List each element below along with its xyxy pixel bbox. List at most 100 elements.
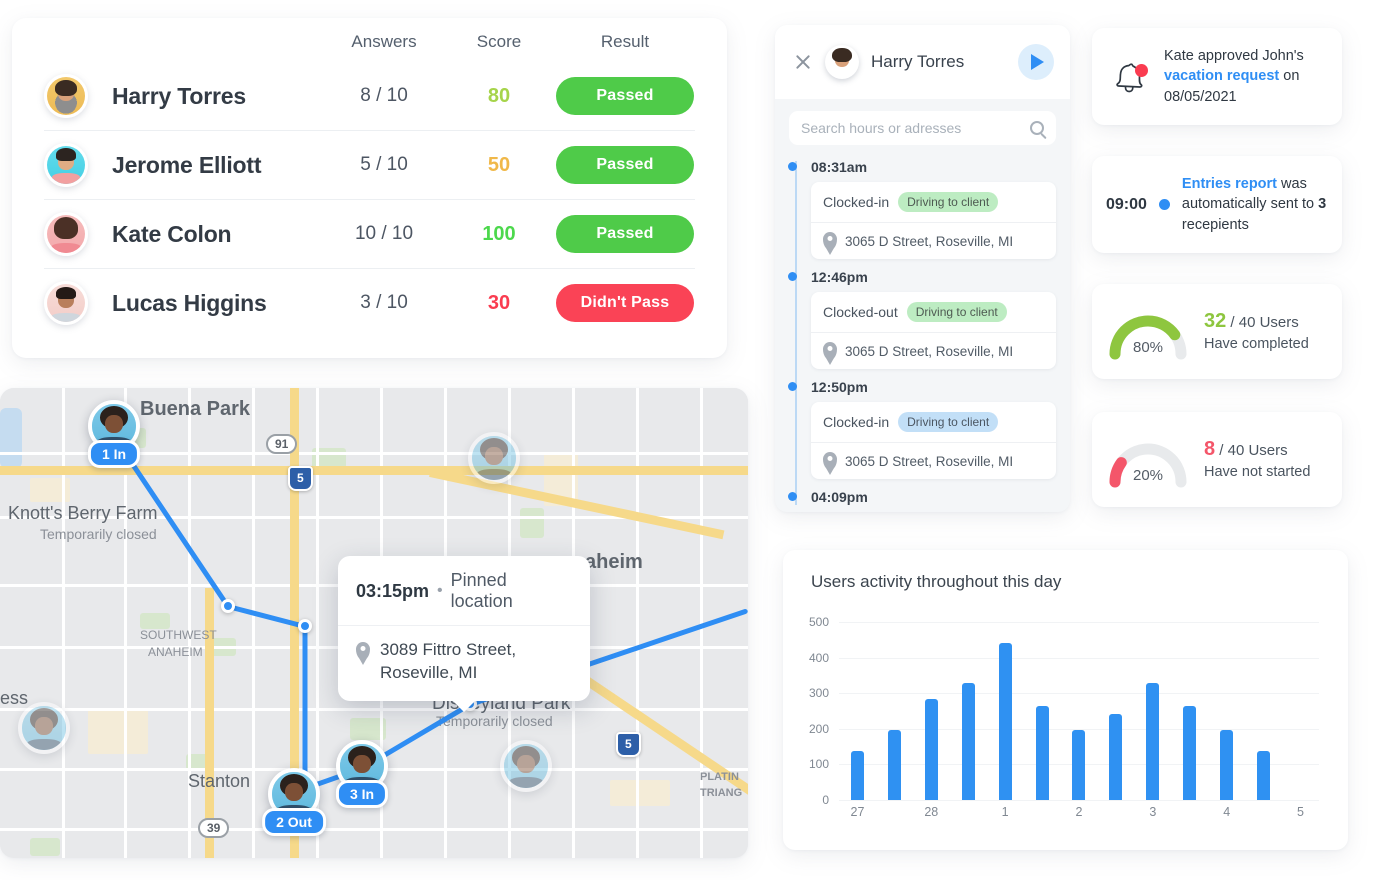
chart-bar[interactable] (850, 750, 864, 800)
marker-west[interactable] (18, 702, 70, 754)
results-rows: Harry Torres 8 / 10 80 Passed Jerome Elliott… (12, 62, 727, 337)
timeline-entry-box: Clocked-out Driving to client 3065 D Stree… (811, 292, 1056, 369)
row-user-name: Harry Torres (112, 82, 246, 109)
chart-bar[interactable] (924, 699, 938, 800)
timeline-entry[interactable]: 08:31am Clocked-in Driving to client 3065 D… (788, 159, 1056, 259)
avatar (44, 212, 88, 256)
chart-bar[interactable] (1109, 713, 1123, 800)
chart-bar[interactable] (1220, 730, 1234, 800)
map-label: Knott's Berry Farm (8, 503, 158, 523)
marker-badge: 2 Out (262, 808, 326, 836)
route-shield: 5 (288, 466, 313, 491)
location-pin-icon (823, 232, 837, 250)
status-badge[interactable]: Passed (556, 77, 694, 115)
notification-card-vacation[interactable]: Kate approved John's vacation request on… (1092, 28, 1342, 125)
chart-bar[interactable] (1146, 682, 1160, 800)
timeline-header: Harry Torres (775, 25, 1070, 99)
map-tooltip-header: 03:15pm • Pinned location (338, 556, 590, 626)
timeline-dot-icon (788, 382, 797, 391)
route-waypoint[interactable] (298, 619, 312, 633)
gauge-status: Have completed (1204, 336, 1309, 353)
status-badge[interactable]: Didn't Pass (556, 284, 694, 322)
chart-x-tick: 2 (1075, 805, 1083, 819)
marker-buena-park[interactable]: 1 In (87, 400, 141, 468)
map-label: aheim (585, 551, 643, 573)
entries-report-link[interactable]: Entries report (1182, 176, 1277, 192)
search-input[interactable] (801, 120, 1022, 136)
map-label: ANAHEIM (148, 645, 203, 659)
gauge-percent-label: 20% (1132, 466, 1164, 484)
row-answers: 3 / 10 (360, 292, 408, 313)
location-pin-icon (823, 452, 837, 470)
notification-text: Kate approved John's vacation request on… (1164, 46, 1328, 108)
chart-y-tick: 400 (808, 650, 829, 665)
chart-bar[interactable] (1035, 705, 1049, 800)
chart-bar-slot (876, 622, 913, 800)
chart-bar-slot (913, 622, 950, 800)
location-pin-icon (823, 342, 837, 360)
gauge-percent-label: 80% (1132, 338, 1164, 356)
chart-bar[interactable] (998, 643, 1012, 800)
gauge-count: 32 (1204, 310, 1227, 333)
table-row[interactable]: Jerome Elliott 5 / 10 50 Passed (44, 130, 695, 199)
gauge-card-not-started: 20% 8 / 40 Users Have not started (1092, 412, 1342, 507)
chart-x-tick (950, 805, 987, 819)
notif-link[interactable]: vacation request (1164, 68, 1279, 84)
chart-bar-slot (1024, 622, 1061, 800)
row-score: 30 (487, 291, 511, 314)
status-badge[interactable]: Passed (556, 146, 694, 184)
map-label: Stanton (188, 771, 251, 791)
marker-center[interactable]: 3 In (335, 740, 389, 808)
chart-x-tick (1024, 805, 1061, 819)
chart-bar[interactable] (1072, 730, 1086, 800)
status-badge[interactable]: Passed (556, 215, 694, 253)
timeline-entry-tag: Driving to client (898, 412, 999, 432)
notification-card-entries-report[interactable]: 09:00 Entries report was automatically s… (1092, 156, 1342, 253)
avatar (825, 45, 859, 79)
map-tooltip-address-line1: 3089 Fittro Street, (380, 640, 517, 659)
play-icon[interactable] (1018, 44, 1054, 80)
table-row[interactable]: Harry Torres 8 / 10 80 Passed (44, 62, 695, 130)
timeline-search[interactable] (789, 111, 1056, 145)
timeline-dot-icon (788, 162, 797, 171)
chart-bar-slot (950, 622, 987, 800)
chart-bar-slot (1097, 622, 1134, 800)
gauge-arc: 80% (1104, 304, 1192, 360)
chart-x-tick (1171, 805, 1208, 819)
row-answers: 10 / 10 (354, 223, 414, 244)
table-row[interactable]: Kate Colon 10 / 10 100 Passed (44, 199, 695, 268)
route-shield: 5 (616, 732, 641, 757)
timeline-entry[interactable]: 04:09pm (788, 489, 1056, 505)
chart-x-axis: 27 28 1 2 3 4 5 (839, 805, 1319, 819)
chart-bar[interactable] (961, 682, 975, 800)
route-waypoint[interactable] (221, 599, 235, 613)
route-shield: 39 (198, 818, 230, 838)
chart-bar[interactable] (1257, 750, 1271, 800)
chart-bar-slot (1061, 622, 1098, 800)
avatar (44, 143, 88, 187)
timeline-entry-tag: Driving to client (898, 192, 999, 212)
timeline-entry-box: Clocked-in Driving to client 3065 D Street… (811, 402, 1056, 479)
chart-x-tick: 28 (924, 805, 939, 819)
marker-badge: 3 In (335, 780, 389, 808)
notification-text: Entries report was automatically sent to… (1182, 174, 1328, 236)
marker-right[interactable] (500, 740, 552, 792)
chart-bar-slot (1134, 622, 1171, 800)
timeline-entry[interactable]: 12:46pm Clocked-out Driving to client 3065 … (788, 269, 1056, 369)
chart-gridline: 0 (822, 793, 1319, 807)
timeline-entry-address: 3065 D Street, Roseville, MI (845, 233, 1014, 249)
chart-bar[interactable] (1183, 705, 1197, 800)
map-tooltip-kind: Pinned location (450, 570, 513, 611)
chart-bar[interactable] (887, 730, 901, 800)
table-row[interactable]: Lucas Higgins 3 / 10 30 Didn't Pass (44, 268, 695, 337)
close-icon[interactable] (793, 52, 813, 72)
gauge-count: 8 (1204, 438, 1216, 461)
search-icon[interactable] (1030, 121, 1044, 135)
chart-bar-slot (1282, 622, 1319, 800)
chart-bars (839, 622, 1319, 800)
timeline-entry-tag: Driving to client (906, 302, 1007, 322)
timeline-entry[interactable]: 12:50pm Clocked-in Driving to client 3065 D… (788, 379, 1056, 479)
marker-stanton[interactable]: 2 Out (262, 768, 326, 836)
timeline-entry-action: Clocked-out (823, 304, 898, 320)
marker-anaheim[interactable] (468, 432, 520, 484)
